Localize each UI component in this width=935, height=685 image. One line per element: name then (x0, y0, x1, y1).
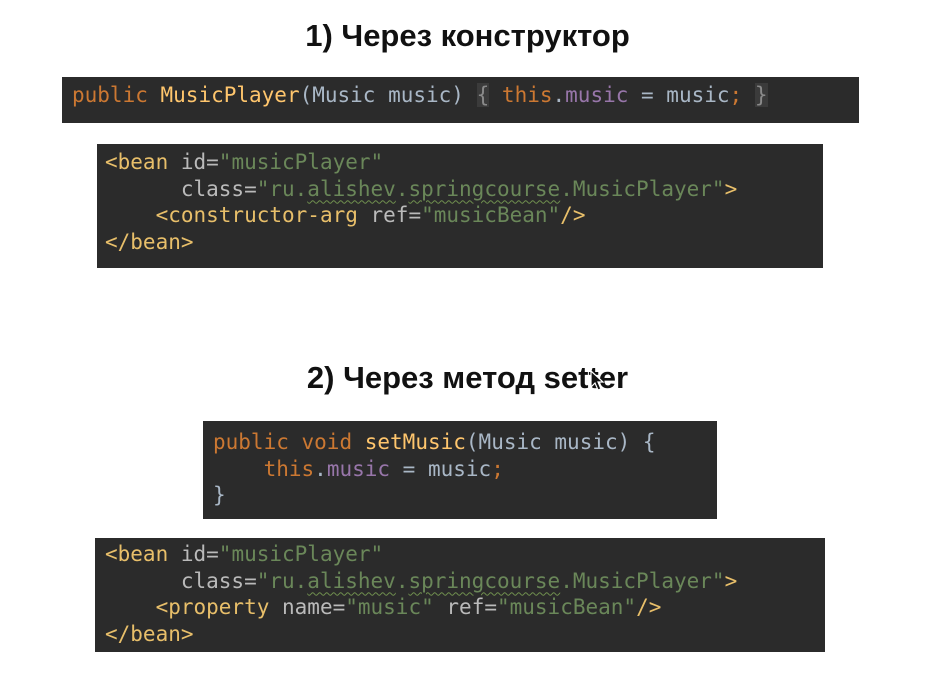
code-token: . (395, 176, 409, 201)
code-token: ref= (370, 203, 422, 227)
code-token: MusicPlayer (160, 83, 300, 107)
code-line: </bean> (105, 622, 194, 646)
code-token: .MusicPlayer" (560, 568, 725, 593)
code-line: } (213, 483, 226, 507)
code-token: . (395, 568, 409, 593)
code-token: = music (390, 456, 492, 481)
heading-constructor: 1) Через конструктор (305, 18, 630, 53)
code-line: <property name="music" ref="musicBean"/> (105, 595, 662, 619)
code-token: "ru. (256, 568, 308, 593)
code-token: alishev (307, 568, 396, 593)
code-token: public (72, 83, 148, 107)
code-token: "musicBean" (496, 595, 637, 619)
code-token: = music (628, 83, 730, 107)
code-token: <property (155, 595, 283, 619)
code-token: "musicPlayer" (218, 150, 384, 174)
heading-setter: 2) Через метод setter (306, 360, 629, 395)
code-token: <constructor-arg (155, 203, 371, 227)
code-token: . (552, 83, 566, 107)
code-token: .MusicPlayer" (560, 176, 725, 201)
mouse-cursor-icon (590, 370, 605, 391)
code-line: class="ru.alishev.springcourse.MusicPlay… (105, 177, 737, 201)
code-token: public (213, 430, 289, 454)
code-line: <constructor-arg ref="musicBean"/> (105, 203, 586, 227)
code-token: (Music music) (299, 83, 477, 107)
code-token: "ru. (256, 176, 308, 201)
code-token: id= (180, 150, 219, 174)
code-token: setMusic (364, 430, 466, 454)
code-token: . (314, 456, 327, 481)
code-token: class= (180, 176, 257, 201)
code-token: this (263, 456, 315, 481)
setter-java-code-block: public void setMusic(Music music) { this… (203, 421, 717, 519)
code-token: music (326, 456, 391, 481)
code-token: > (724, 176, 738, 201)
code-token: </bean> (105, 621, 194, 646)
code-token: ref= (446, 595, 497, 619)
setter-xml-code-block: <bean id="musicPlayer" class="ru.alishev… (95, 538, 825, 652)
code-token: springcourse (408, 568, 561, 593)
code-token: "musicBean" (421, 203, 561, 227)
code-token: > (724, 568, 738, 593)
code-token: ; (491, 456, 504, 481)
code-token: /> (636, 595, 662, 619)
code-token: name= (282, 595, 346, 619)
code-line: this.music = music; (213, 457, 504, 481)
code-token: this (501, 83, 553, 107)
code-token: </bean> (105, 229, 194, 254)
code-token: } (213, 483, 226, 507)
code-token: class= (180, 568, 257, 593)
constructor-java-code-block: public MusicPlayer(Music music) { this.m… (62, 77, 859, 123)
code-token: springcourse (408, 176, 561, 201)
code-token: ; (729, 83, 743, 107)
code-token: } (754, 83, 768, 107)
code-token: <bean (105, 542, 181, 566)
code-line: </bean> (105, 230, 194, 254)
code-token: "musicPlayer" (218, 542, 384, 566)
code-line: <bean id="musicPlayer" (105, 542, 383, 566)
code-token: music (565, 83, 629, 107)
code-line: class="ru.alishev.springcourse.MusicPlay… (105, 569, 737, 593)
code-token: <bean (105, 150, 181, 174)
code-token: alishev (307, 176, 396, 201)
code-token: void (301, 430, 353, 454)
code-token: (Music music) { (465, 430, 656, 454)
constructor-xml-code-block: <bean id="musicPlayer" class="ru.alishev… (97, 144, 823, 268)
code-token: { (476, 83, 490, 107)
code-line: public void setMusic(Music music) { (213, 430, 656, 454)
code-token: /> (560, 203, 586, 227)
code-token: "music" (345, 595, 434, 619)
code-token: id= (180, 542, 219, 566)
code-line: <bean id="musicPlayer" (105, 150, 383, 174)
